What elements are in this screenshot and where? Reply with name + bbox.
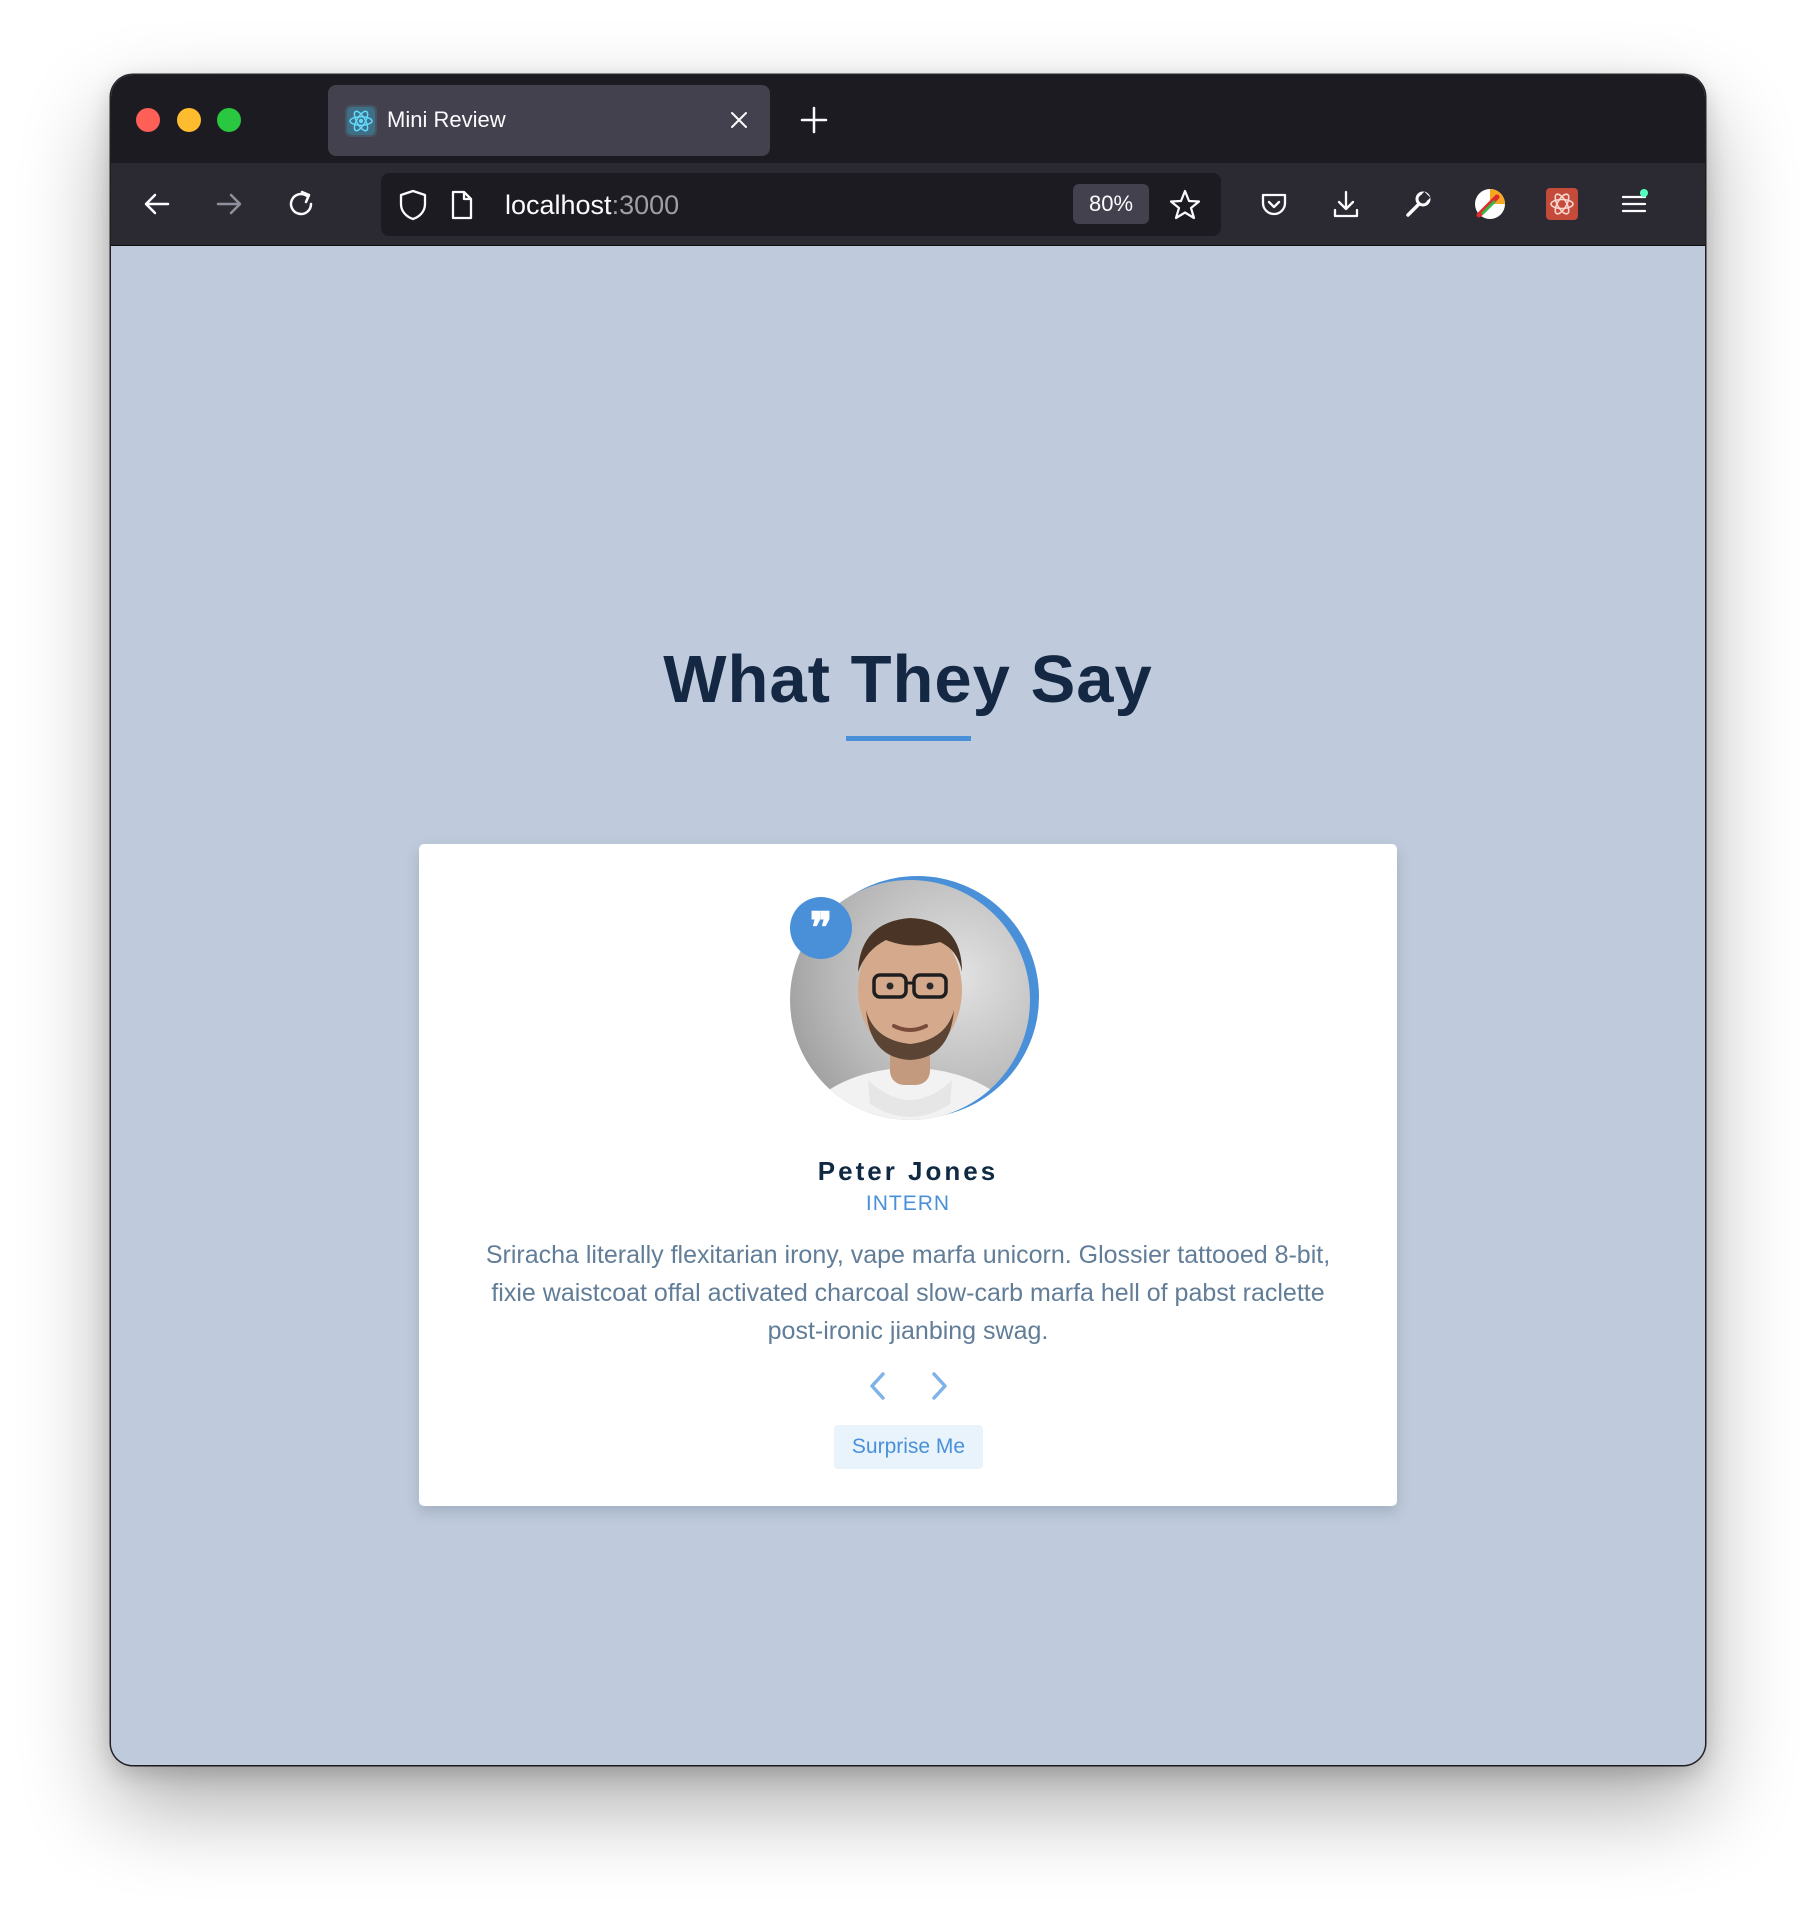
reload-icon[interactable] [283,186,319,222]
zoom-level-badge[interactable]: 80% [1073,184,1149,224]
review-card: ❞ Peter Jones INTERN Sriracha literally … [419,844,1397,1506]
next-review-button[interactable] [922,1369,956,1403]
close-tab-icon[interactable] [726,107,752,133]
chevron-right-icon [932,1372,947,1400]
address-bar[interactable]: localhost:3000 80% [381,173,1221,236]
wrench-icon[interactable] [1400,186,1436,222]
chevron-left-icon [870,1372,885,1400]
url-text[interactable]: localhost:3000 [505,190,679,221]
colorful-extension-icon[interactable] [1472,186,1508,222]
avatar-container: ❞ [790,876,1040,1120]
pocket-icon[interactable] [1256,186,1292,222]
react-devtools-icon[interactable] [1544,186,1580,222]
page-title: What They Say [663,642,1153,717]
menu-icon[interactable] [1616,186,1652,222]
browser-tab[interactable]: Mini Review [328,85,770,156]
surprise-me-button[interactable]: Surprise Me [834,1425,983,1469]
reviewer-name: Peter Jones [817,1156,999,1186]
navigation-toolbar: localhost:3000 80% [111,163,1705,246]
close-window-button[interactable] [136,108,160,132]
review-text: Sriracha literally flexitarian irony, va… [485,1241,1331,1345]
shield-icon[interactable] [395,187,431,223]
react-icon [345,105,377,137]
minimize-window-button[interactable] [177,108,201,132]
back-arrow-icon[interactable] [139,186,175,222]
title-bar: Mini Review [111,75,1705,163]
tab-title: Mini Review [387,107,506,132]
page-content: What They Say ❞ Peter Jones INTERN Srira… [111,246,1705,1765]
prev-review-button[interactable] [861,1369,895,1403]
star-icon[interactable] [1167,187,1203,223]
url-port: :3000 [611,190,680,220]
new-tab-icon[interactable] [799,105,829,135]
download-icon[interactable] [1328,186,1364,222]
url-host: localhost [505,190,612,220]
forward-arrow-icon[interactable] [211,186,247,222]
page-icon [443,187,479,223]
browser-window: Mini Review localhost:3000 80% What They… [111,75,1705,1765]
title-underline [846,736,971,741]
reviewer-job: INTERN [865,1192,951,1215]
quote-icon: ❞ [790,897,852,959]
zoom-window-button[interactable] [217,108,241,132]
